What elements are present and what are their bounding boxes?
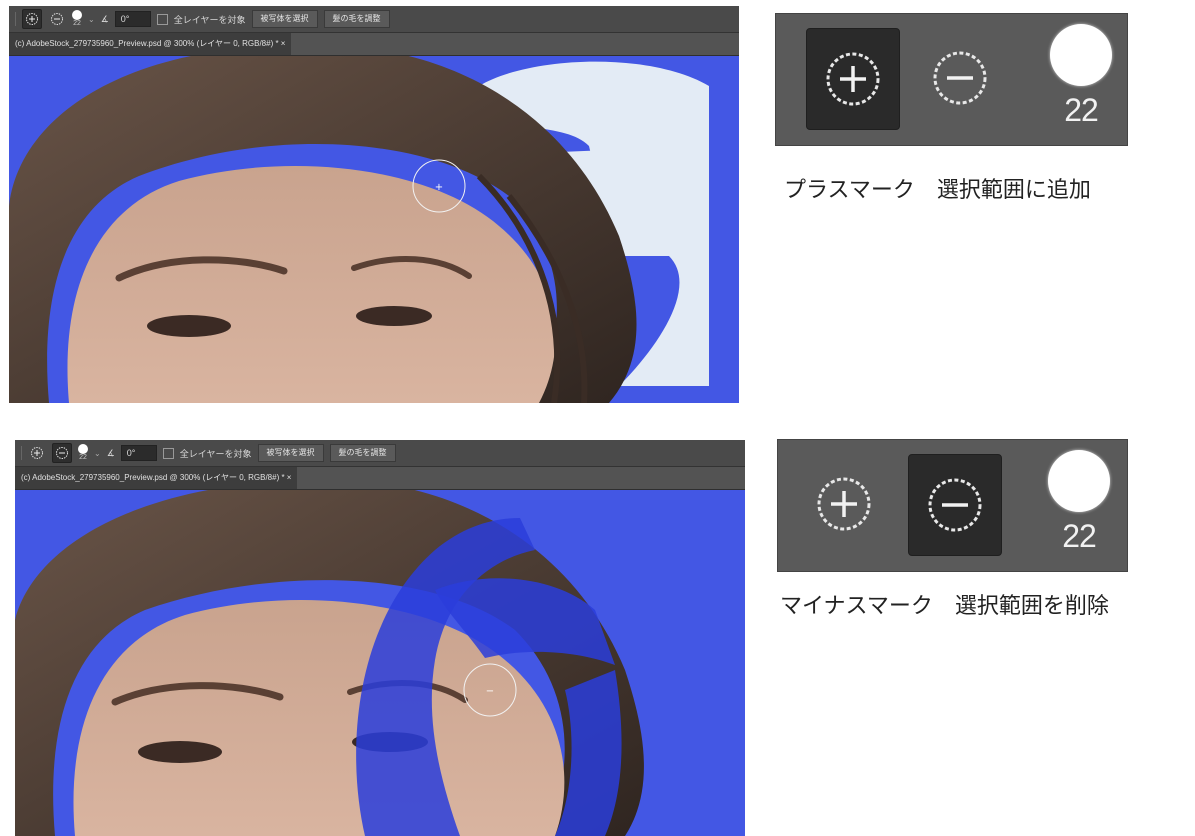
sample-all-layers-label: 全レイヤーを対象 (173, 14, 246, 25)
document-tab-bar: (c) AdobeStock_279735960_Preview.psd @ 3… (15, 467, 745, 490)
angle-icon: ∡ (106, 447, 115, 458)
subtract-from-selection-button[interactable] (48, 10, 66, 28)
angle-icon: ∡ (100, 13, 109, 24)
brush-size-value: 22 (1064, 92, 1099, 128)
right-eye (356, 306, 432, 326)
plus-circle-icon (826, 52, 880, 106)
brush-size-picker[interactable]: 22 (1050, 24, 1112, 129)
refine-hair-button[interactable]: 髪の毛を調整 (323, 10, 390, 28)
caption-remove-mode: マイナスマーク 選択範囲を削除 (780, 594, 1109, 619)
canvas[interactable]: − (15, 490, 745, 836)
minus-circle-icon (56, 447, 68, 459)
brush-tip-icon (72, 10, 82, 20)
document-tab-bar: (c) AdobeStock_279735960_Preview.psd @ 3… (9, 33, 739, 56)
document-tab[interactable]: (c) AdobeStock_279735960_Preview.psd @ 3… (9, 33, 292, 55)
minus-circle-icon (933, 51, 987, 105)
cursor-symbol: + (435, 182, 443, 193)
document-tab[interactable]: (c) AdobeStock_279735960_Preview.psd @ 3… (15, 467, 298, 489)
plus-circle-icon (817, 477, 871, 531)
brush-size-value: 22 (79, 454, 87, 461)
screenshot-add-mode: 22 ⌄ ∡ 0° 全レイヤーを対象 被写体を選択 髪の毛を調整 (c) Ado… (9, 6, 739, 403)
sample-all-layers-label: 全レイヤーを対象 (179, 448, 252, 459)
caption-add-mode: プラスマーク 選択範囲に追加 (784, 178, 1091, 203)
angle-input[interactable]: 0° (120, 445, 157, 461)
minus-circle-icon (928, 478, 982, 532)
photo-canvas: − (15, 490, 745, 836)
add-to-selection-button[interactable] (806, 28, 900, 130)
add-to-selection-button[interactable] (798, 454, 890, 554)
options-bar: 22 ⌄ ∡ 0° 全レイヤーを対象 被写体を選択 髪の毛を調整 (15, 440, 745, 467)
add-to-selection-button[interactable] (22, 9, 42, 29)
options-bar: 22 ⌄ ∡ 0° 全レイヤーを対象 被写体を選択 髪の毛を調整 (9, 6, 739, 33)
add-to-selection-button[interactable] (28, 444, 46, 462)
refine-hair-button[interactable]: 髪の毛を調整 (329, 444, 396, 462)
plus-circle-icon (26, 13, 38, 25)
subtract-from-selection-button[interactable] (52, 443, 72, 463)
cursor-symbol: − (486, 686, 494, 697)
screenshot-subtract-mode: 22 ⌄ ∡ 0° 全レイヤーを対象 被写体を選択 髪の毛を調整 (c) Ado… (15, 440, 745, 836)
photo-canvas: + (9, 56, 739, 403)
left-eye (147, 315, 231, 337)
subtract-from-selection-button[interactable] (908, 454, 1002, 556)
sample-all-layers-checkbox[interactable] (156, 13, 168, 25)
select-subject-button[interactable]: 被写体を選択 (251, 10, 318, 28)
left-eye (138, 741, 222, 763)
plus-circle-icon (31, 447, 43, 459)
brush-size-picker[interactable]: 22 (72, 10, 82, 28)
brush-tip-icon (1048, 450, 1110, 512)
chevron-down-icon[interactable]: ⌄ (88, 15, 95, 24)
select-subject-button[interactable]: 被写体を選択 (257, 444, 324, 462)
zoomed-options-panel-add: 22 (775, 13, 1128, 146)
brush-tip-icon (1050, 24, 1112, 86)
zoomed-options-panel-remove: 22 (777, 439, 1128, 572)
minus-circle-icon (51, 13, 63, 25)
angle-input[interactable]: 0° (114, 11, 151, 27)
chevron-down-icon[interactable]: ⌄ (94, 449, 101, 458)
divider (15, 12, 16, 26)
subtract-from-selection-button[interactable] (914, 28, 1006, 128)
brush-size-picker[interactable]: 22 (78, 444, 88, 462)
sample-all-layers-checkbox[interactable] (162, 447, 174, 459)
brush-size-value: 22 (1062, 518, 1097, 554)
brush-size-picker[interactable]: 22 (1048, 450, 1110, 555)
canvas[interactable]: + (9, 56, 739, 403)
brush-tip-icon (78, 444, 88, 454)
divider (21, 446, 22, 460)
brush-size-value: 22 (73, 20, 81, 27)
